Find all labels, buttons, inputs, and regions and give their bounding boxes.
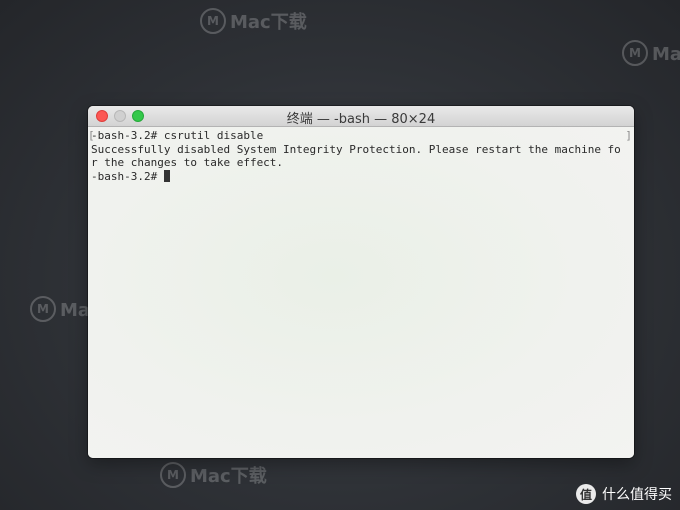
brand-badge-icon: 值 (576, 484, 596, 504)
window-title: 终端 — -bash — 80×24 (286, 112, 436, 127)
watermark: M Mac下载 (160, 462, 267, 488)
brand-text: 什么值得买 (602, 487, 672, 503)
brand-watermark: 值 什么值得买 (576, 484, 672, 504)
watermark-text: Mac下载 (190, 466, 267, 487)
text-cursor (163, 169, 170, 182)
terminal-line-output-2: r the changes to take effect. (91, 156, 284, 169)
title-bar[interactable]: 终端 — -bash — 80×24 (88, 106, 634, 127)
watermark: M Mac下载 (622, 40, 680, 66)
terminal-line-output-1: Successfully disabled System Integrity P… (91, 142, 621, 156)
selection-bracket-right: ] (625, 129, 632, 142)
terminal-output[interactable]: [ ] -bash-3.2# csrutil disable Successfu… (88, 127, 634, 458)
watermark-logo-icon: M (622, 40, 648, 66)
watermark-logo-icon: M (30, 296, 56, 322)
watermark-text: Mac下载 (652, 44, 680, 65)
selection-bracket-left: [ (88, 129, 95, 142)
watermark-logo-icon: M (200, 8, 226, 34)
watermark-text: Mac下载 (230, 12, 307, 33)
terminal-line-command: -bash-3.2# csrutil disable (91, 129, 264, 142)
terminal-prompt-line: -bash-3.2# (91, 169, 631, 184)
watermark-logo-icon: M (160, 462, 186, 488)
terminal-window[interactable]: 终端 — -bash — 80×24 [ ] -bash-3.2# csruti… (88, 106, 634, 458)
watermark: M Mac下载 (200, 8, 307, 34)
terminal-prompt: -bash-3.2# (91, 169, 164, 183)
